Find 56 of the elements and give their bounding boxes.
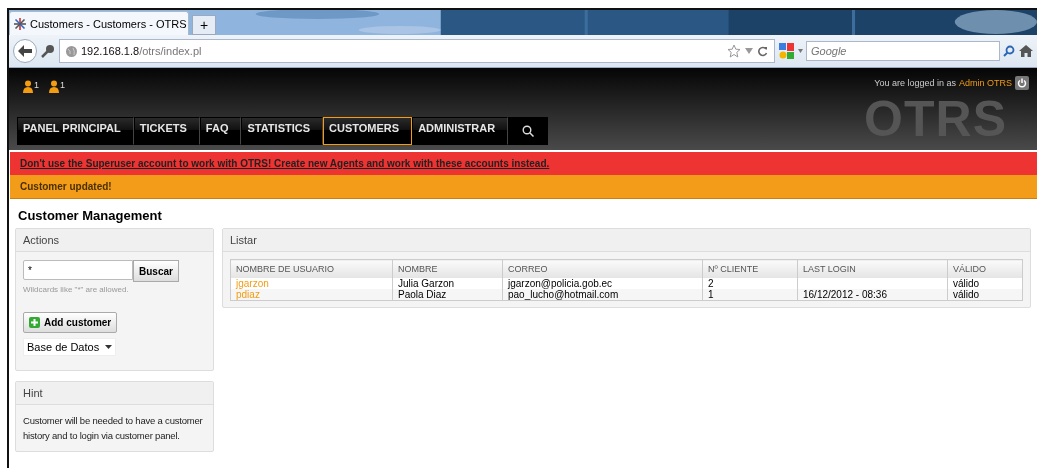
key-icon bbox=[41, 44, 55, 58]
add-customer-button[interactable]: Add customer bbox=[23, 312, 118, 333]
new-tab-button[interactable]: + bbox=[192, 15, 216, 35]
dropdown-icon[interactable] bbox=[745, 48, 753, 54]
search-button[interactable]: Buscar bbox=[133, 260, 179, 282]
address-field[interactable]: 192.168.1.8/otrs/index.pl bbox=[59, 39, 775, 63]
notification-count: 1 bbox=[60, 80, 66, 90]
browser-tab[interactable]: Customers - Customers - OTRS bbox=[9, 11, 189, 35]
caret-icon bbox=[105, 345, 113, 349]
nav-tab[interactable]: FAQ bbox=[199, 117, 242, 145]
person-icon[interactable] bbox=[49, 80, 59, 93]
search-field[interactable]: Google bbox=[806, 41, 1000, 61]
search-hint: Wildcards like "*" are allowed. bbox=[23, 285, 130, 294]
nav-tab[interactable]: PANEL PRINCIPAL bbox=[17, 117, 134, 145]
back-arrow-icon bbox=[18, 45, 32, 57]
search-field[interactable]: * bbox=[23, 260, 133, 280]
nav-tab[interactable]: ADMINISTRAR bbox=[412, 117, 509, 145]
user-link[interactable]: Admin OTRS bbox=[959, 78, 1012, 88]
table-cell: pao_lucho@hotmail.com bbox=[502, 289, 703, 301]
plus-icon bbox=[29, 317, 40, 328]
person-icon[interactable] bbox=[23, 80, 33, 93]
search-icon[interactable] bbox=[1003, 45, 1015, 57]
login-status: You are logged in as bbox=[874, 78, 956, 88]
home-icon[interactable] bbox=[1019, 44, 1033, 58]
star-logo-icon bbox=[14, 17, 26, 30]
table-cell: Paola Diaz bbox=[392, 289, 503, 301]
notification-count: 1 bbox=[34, 80, 39, 90]
logout-button[interactable] bbox=[1015, 76, 1029, 90]
dropdown-icon[interactable] bbox=[798, 49, 803, 53]
column-header[interactable]: Nº CLIENTE bbox=[702, 259, 798, 278]
search-button[interactable] bbox=[508, 117, 549, 145]
page-title: Customer Management bbox=[18, 208, 163, 223]
nav-tab[interactable]: STATISTICS bbox=[241, 117, 324, 145]
column-header[interactable]: CORREO bbox=[502, 259, 703, 278]
panel-title: Actions bbox=[16, 229, 213, 252]
column-header[interactable]: NOMBRE DE USUARIO bbox=[230, 259, 393, 278]
column-header[interactable]: LAST LOGIN bbox=[797, 259, 948, 278]
globe-icon bbox=[66, 45, 77, 57]
star-icon[interactable] bbox=[727, 44, 741, 58]
reload-icon[interactable] bbox=[757, 45, 768, 57]
google-logo-icon bbox=[779, 43, 795, 59]
nav-tab[interactable]: CUSTOMERS bbox=[323, 117, 413, 145]
nav-tab[interactable]: TICKETS bbox=[133, 117, 200, 145]
source-dropdown[interactable]: Base de Datos bbox=[23, 338, 117, 356]
panel-title: Hint bbox=[16, 382, 213, 405]
panel-title: Listar bbox=[223, 229, 1030, 252]
notice-banner: Customer updated! bbox=[10, 175, 1037, 199]
back-button[interactable] bbox=[13, 39, 37, 63]
search-icon bbox=[522, 125, 535, 137]
hint-text: Customer will be needed to have a customer history and to login via customer panel. bbox=[23, 414, 204, 443]
table-cell: 16/12/2012 - 08:36 bbox=[797, 289, 948, 301]
column-header[interactable]: NOMBRE bbox=[392, 259, 503, 278]
column-header[interactable]: VÁLIDO bbox=[947, 259, 1023, 278]
table-cell: 1 bbox=[702, 289, 798, 301]
table-cell: válido bbox=[947, 289, 1023, 301]
warning-banner[interactable]: Don't use the Superuser account to work with OTRS! Create new Agents and work with these accounts instead. bbox=[10, 152, 1037, 175]
